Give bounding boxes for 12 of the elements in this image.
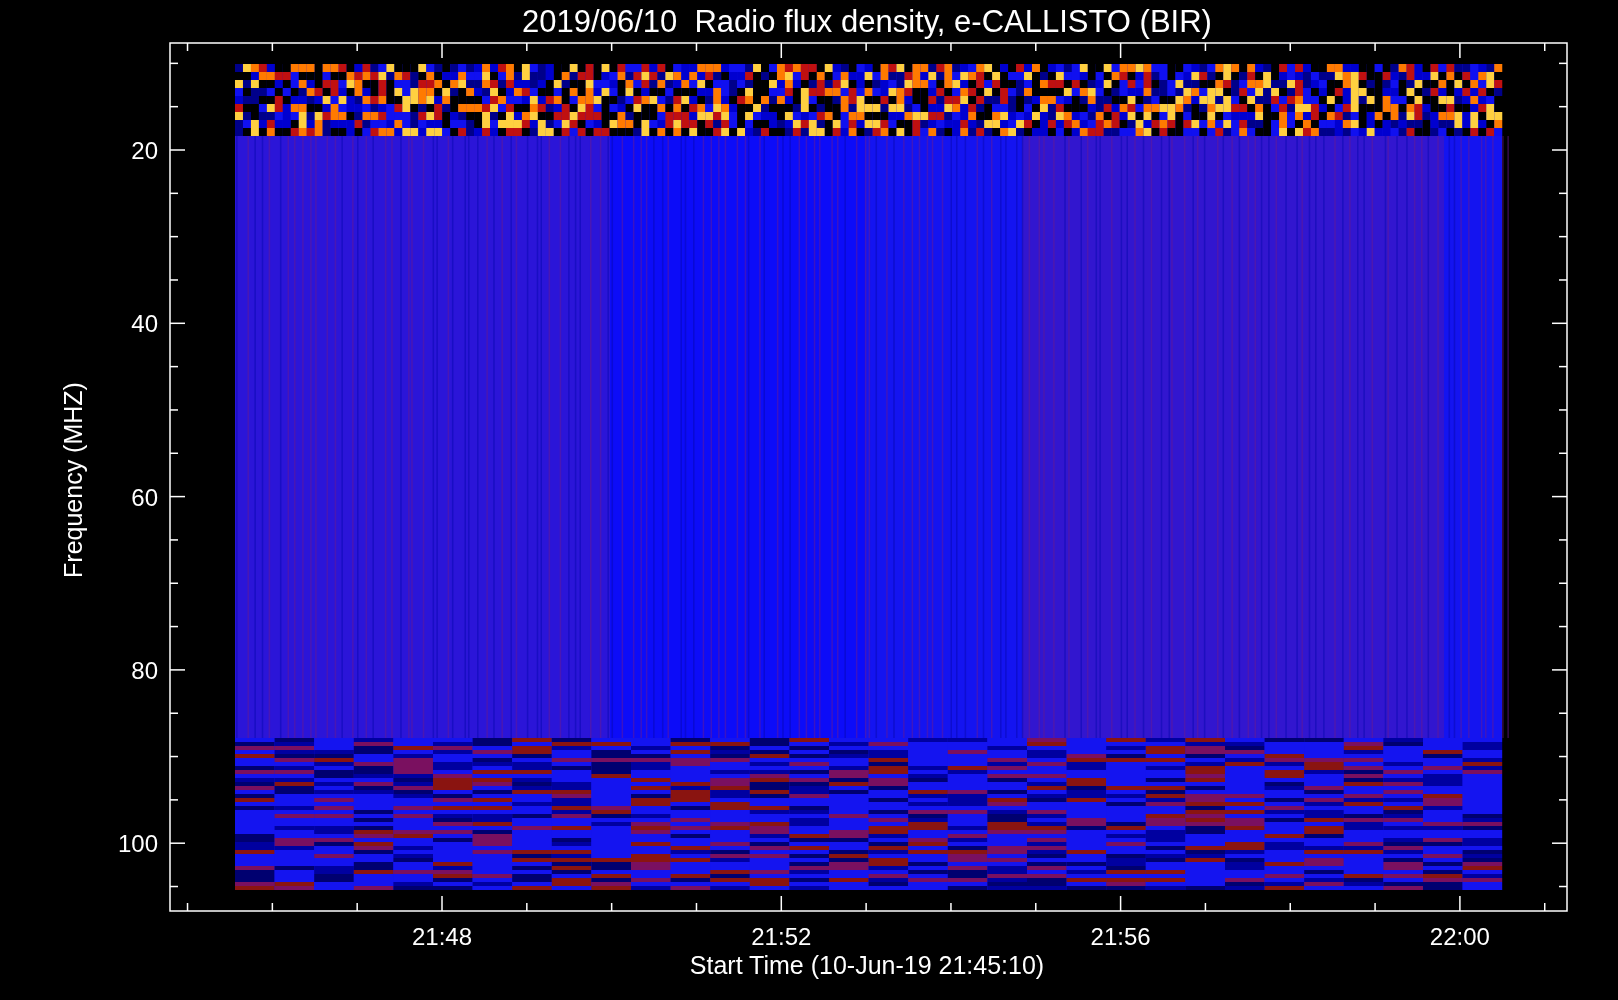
- axis-tick-label: 21:52: [751, 923, 812, 950]
- axis-tick-label: 20: [131, 137, 158, 164]
- axis-tick-label: 21:48: [411, 923, 473, 950]
- axis-tick-label: 60: [131, 483, 158, 511]
- axis-tick-label: 40: [131, 310, 158, 338]
- axis-title: Frequency (MHZ): [59, 382, 87, 578]
- axis-tick-label: 80: [131, 656, 158, 684]
- axis-title: Start Time (10-Jun-19 21:45:10): [689, 951, 1045, 979]
- chart-title: 2019/06/10 Radio flux density, e-CALLISTO (BIR): [522, 4, 1212, 39]
- axis-tick-label: 21:56: [1090, 923, 1151, 950]
- axis-tick-label: 100: [117, 830, 158, 858]
- axis-tick-label: 22:00: [1429, 923, 1490, 950]
